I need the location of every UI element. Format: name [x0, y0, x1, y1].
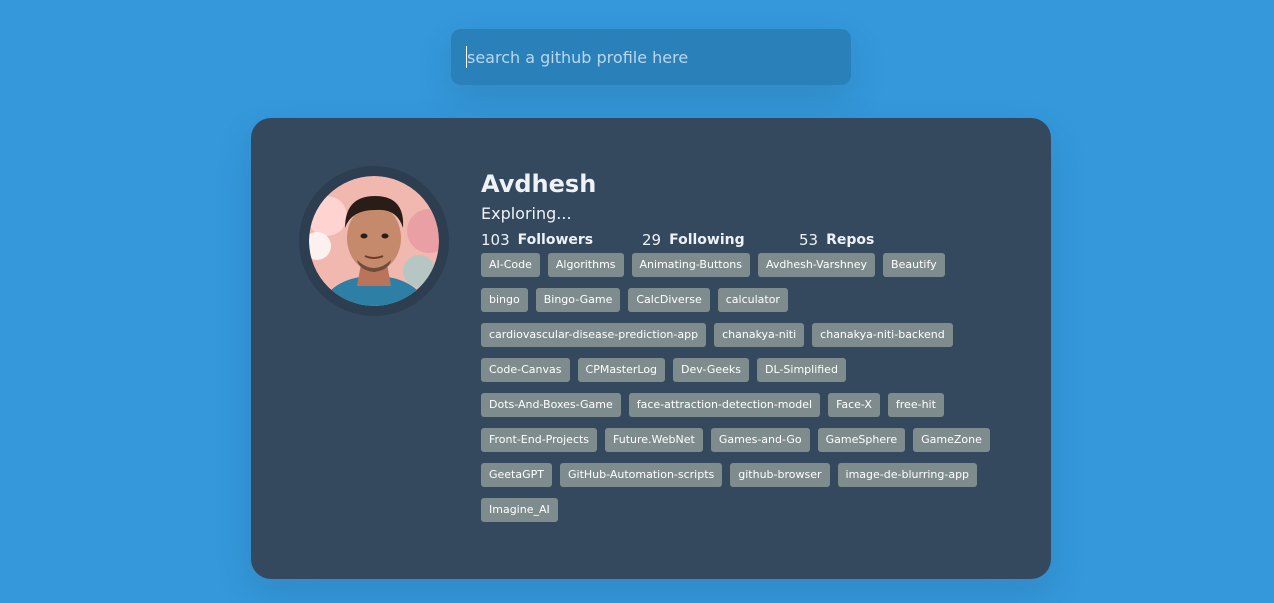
repo-tag[interactable]: Dev-Geeks — [673, 358, 750, 382]
repo-tag[interactable]: Avdhesh-Varshney — [758, 253, 876, 277]
repo-tag[interactable]: GameZone — [913, 428, 990, 452]
repos-count: 53 — [799, 231, 819, 249]
search-input[interactable] — [451, 29, 851, 85]
repo-tag[interactable]: Dots-And-Boxes-Game — [481, 393, 621, 417]
repo-tag[interactable]: Code-Canvas — [481, 358, 570, 382]
profile-bio: Exploring... — [481, 204, 572, 223]
repos-label: Repos — [826, 232, 875, 248]
repo-tag[interactable]: GitHub-Automation-scripts — [560, 463, 723, 487]
repo-tag[interactable]: image-de-blurring-app — [837, 463, 978, 487]
repo-tag[interactable]: AI-Code — [481, 253, 540, 277]
repo-tag[interactable]: bingo — [481, 288, 528, 312]
repo-tag[interactable]: Algorithms — [547, 253, 624, 277]
repo-tag[interactable]: Front-End-Projects — [481, 428, 598, 452]
repo-tag[interactable]: Face-X — [828, 393, 880, 417]
profile-card: Avdhesh Exploring... 103 Followers 29 Fo… — [251, 118, 1051, 579]
followers-count: 103 — [481, 231, 510, 249]
repo-tag[interactable]: Bingo-Game — [535, 288, 621, 312]
repo-tag[interactable]: DL-Simplified — [757, 358, 846, 382]
text-caret — [466, 46, 467, 68]
page: Avdhesh Exploring... 103 Followers 29 Fo… — [0, 0, 1274, 603]
profile-info: Avdhesh Exploring... 103 Followers 29 Fo… — [481, 170, 1021, 533]
repo-tag[interactable]: calculator — [717, 288, 788, 312]
repo-tag[interactable]: Animating-Buttons — [631, 253, 751, 277]
repo-list: AI-Code Algorithms Animating-Buttons Avd… — [481, 253, 1001, 533]
repo-tag[interactable]: Imagine_AI — [481, 498, 558, 522]
profile-stats: 103 Followers 29 Following 53 Repos — [481, 230, 1021, 250]
avatar-ring — [299, 166, 449, 316]
repo-tag[interactable]: github-browser — [730, 463, 830, 487]
repo-tag[interactable]: CalcDiverse — [628, 288, 710, 312]
repo-tag[interactable]: chanakya-niti — [714, 323, 805, 347]
repo-tag[interactable]: GeetaGPT — [481, 463, 552, 487]
repo-tag[interactable]: Games-and-Go — [710, 428, 810, 452]
repo-tag[interactable]: free-hit — [887, 393, 944, 417]
repo-tag[interactable]: Beautify — [883, 253, 945, 277]
repo-tag[interactable]: CPMasterLog — [577, 358, 666, 382]
avatar — [309, 176, 439, 306]
repo-tag[interactable]: cardiovascular-disease-prediction-app — [481, 323, 707, 347]
following-stat: 29 Following — [642, 231, 799, 249]
following-count: 29 — [642, 231, 662, 249]
repo-tag[interactable]: chanakya-niti-backend — [812, 323, 953, 347]
repo-tag[interactable]: Future.WebNet — [605, 428, 703, 452]
repo-tag[interactable]: face-attraction-detection-model — [628, 393, 821, 417]
following-label: Following — [669, 232, 745, 248]
followers-stat: 103 Followers — [481, 231, 642, 249]
repos-stat: 53 Repos — [799, 231, 874, 249]
profile-name: Avdhesh — [481, 170, 597, 198]
followers-label: Followers — [517, 232, 594, 248]
repo-tag[interactable]: GameSphere — [817, 428, 906, 452]
